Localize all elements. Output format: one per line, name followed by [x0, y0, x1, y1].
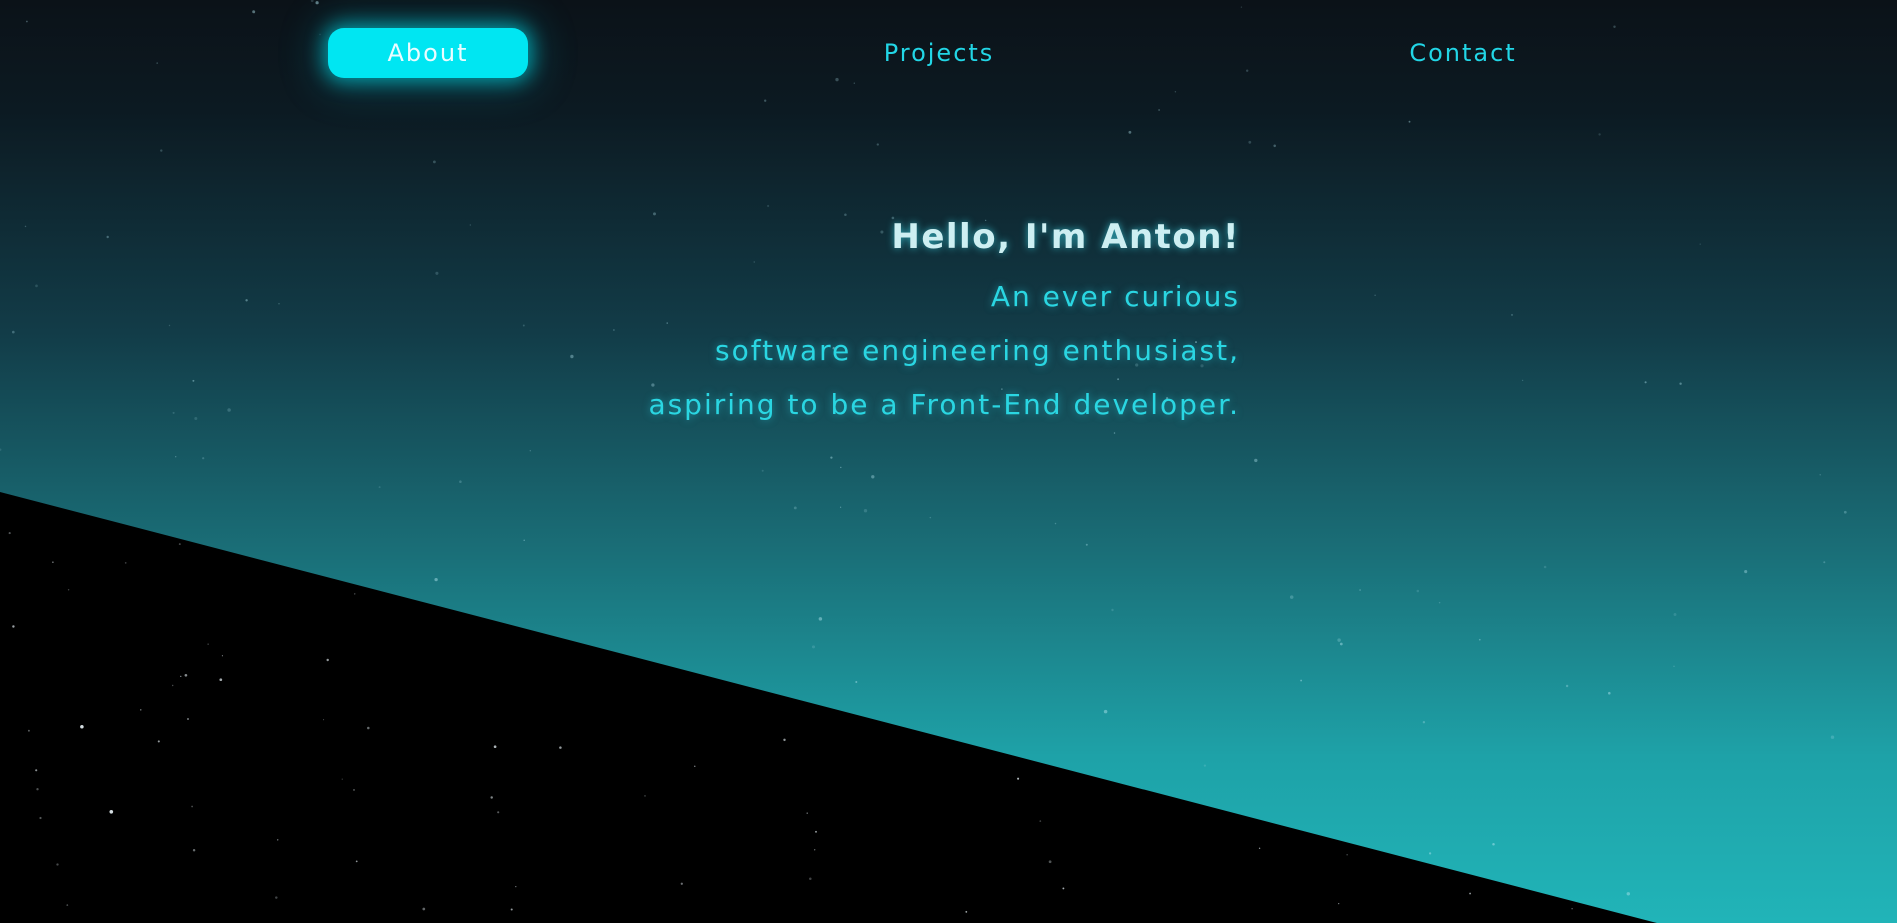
- ground-star: [1062, 887, 1065, 890]
- ground-star: [109, 809, 114, 814]
- ground-star: [1048, 860, 1052, 864]
- ground-star: [1346, 854, 1348, 856]
- ground-stars: [8, 532, 1573, 913]
- ground-star: [207, 643, 209, 645]
- ground-star: [814, 849, 816, 851]
- intro-line: aspiring to be a Front-End developer.: [648, 388, 1240, 421]
- ground-star: [809, 877, 812, 880]
- ground-star: [219, 678, 223, 682]
- ground-star: [354, 593, 356, 595]
- ground-star: [490, 796, 493, 799]
- intro-section: Hello, I'm Anton! An ever curious softwa…: [648, 210, 1240, 432]
- ground-star: [172, 684, 174, 687]
- ground-star: [1571, 908, 1573, 910]
- ground-star: [515, 885, 517, 888]
- ground-star: [276, 839, 279, 841]
- ground-star: [367, 726, 370, 730]
- nav-projects-link[interactable]: Projects: [839, 28, 1039, 78]
- ground-star: [806, 812, 808, 814]
- ground-star: [694, 765, 696, 767]
- ground-star: [965, 910, 968, 913]
- ground-star: [1338, 903, 1340, 905]
- ground-star: [559, 746, 562, 749]
- ground-star: [12, 625, 15, 628]
- main-navigation: About Projects Contact: [0, 0, 1897, 106]
- ground-star: [27, 729, 30, 732]
- ground-star: [80, 725, 84, 729]
- ground-star: [815, 830, 817, 833]
- ground-star: [191, 805, 193, 808]
- intro-heading: Hello, I'm Anton!: [891, 217, 1240, 257]
- hero-scene: About Projects Contact Hello, I'm Anton!…: [0, 0, 1897, 923]
- ground-star: [510, 908, 513, 911]
- ground-star: [783, 738, 786, 742]
- ground-star: [180, 675, 182, 678]
- ground-star: [157, 740, 160, 743]
- ground-star: [1039, 820, 1042, 822]
- intro-line: software engineering enthusiast,: [714, 334, 1240, 367]
- ground-star: [56, 863, 59, 866]
- ground-star: [644, 795, 646, 797]
- ground-star: [66, 904, 69, 906]
- ground-star: [124, 562, 127, 564]
- ground-star: [192, 848, 196, 852]
- ground-star: [187, 718, 189, 720]
- ground-star: [36, 788, 39, 791]
- ground-star: [221, 655, 223, 657]
- ground-star: [178, 543, 181, 546]
- ground-star: [341, 778, 343, 780]
- ground-star: [35, 769, 38, 772]
- ground-star: [8, 532, 11, 535]
- ground-star: [353, 788, 355, 791]
- ground-star: [52, 561, 54, 563]
- ground-star: [39, 816, 42, 820]
- ground-star: [1258, 847, 1261, 849]
- ground-star: [493, 745, 497, 749]
- ground-star: [323, 719, 325, 721]
- ground-star: [497, 811, 500, 814]
- ground-star: [1469, 892, 1472, 895]
- ground-star: [355, 860, 358, 863]
- ground-star: [275, 896, 278, 899]
- nav-about-button[interactable]: About: [328, 28, 528, 78]
- ground-star: [1017, 777, 1020, 780]
- nav-contact-link[interactable]: Contact: [1363, 28, 1563, 78]
- ground-star: [326, 658, 329, 662]
- ground-star: [422, 907, 426, 911]
- intro-line: An ever curious: [990, 280, 1240, 313]
- ground-star: [67, 589, 70, 591]
- ground-star: [140, 709, 142, 711]
- ground-star: [184, 673, 188, 677]
- ground-star: [680, 882, 683, 885]
